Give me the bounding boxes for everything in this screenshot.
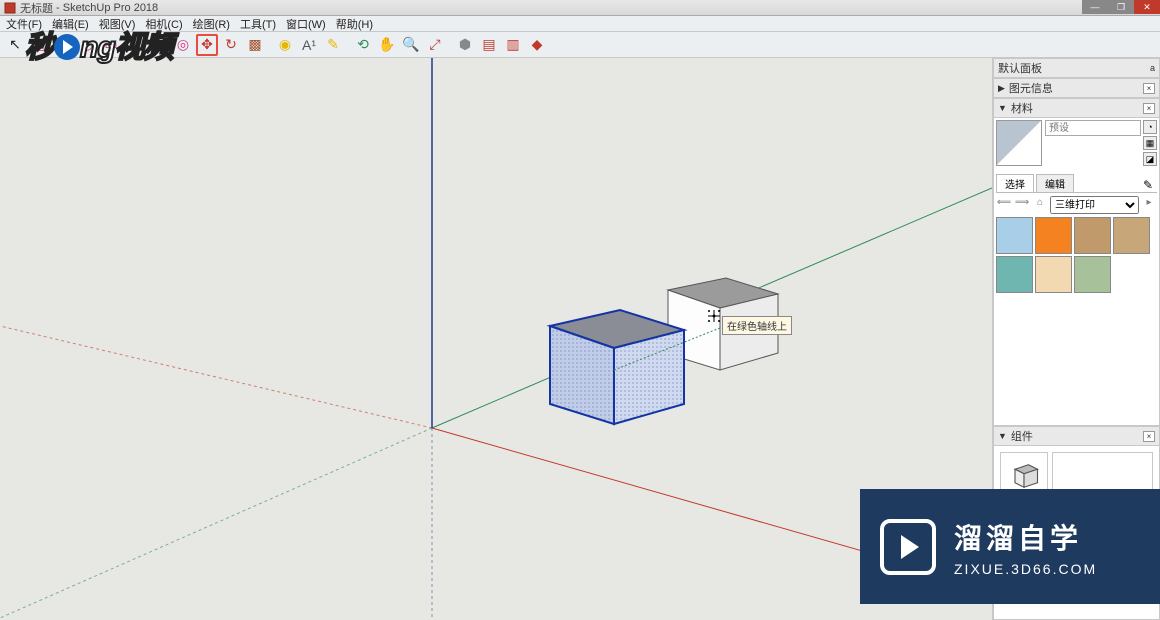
material-category-select[interactable]: 三维打印 <box>1050 196 1139 214</box>
components-title: 组件 <box>1011 428 1033 444</box>
material-sample-icon[interactable]: ◔ <box>1143 120 1157 134</box>
window-minimize-button[interactable]: — <box>1082 0 1108 14</box>
ext-tool[interactable]: ◆ <box>526 34 548 56</box>
menu-file[interactable]: 文件(F) <box>4 16 44 32</box>
material-swatch-2[interactable] <box>1074 217 1111 254</box>
move-tool[interactable]: ✥ <box>196 34 218 56</box>
materials-close-button[interactable]: × <box>1143 103 1155 114</box>
menu-view[interactable]: 视图(V) <box>97 16 138 32</box>
inference-tooltip: 在绿色轴线上 <box>722 316 792 335</box>
collapse-arrow-icon: ▶ <box>998 83 1005 94</box>
layers2-tool[interactable]: ▥ <box>502 34 524 56</box>
nav-home-icon[interactable]: ⌂ <box>1032 197 1048 213</box>
tray-pin-icon[interactable]: a <box>1150 63 1155 73</box>
nav-menu-button[interactable]: ▸ <box>1141 197 1157 213</box>
materials-panel-header[interactable]: ▼ 材料 × <box>993 98 1160 118</box>
expand-arrow-icon: ▼ <box>998 431 1007 441</box>
components-close-button[interactable]: × <box>1143 431 1155 442</box>
title-bar: 无标题 - SketchUp Pro 2018 — ❐ ✕ <box>0 0 1160 16</box>
menu-bar: 文件(F) 编辑(E) 视图(V) 相机(C) 绘图(R) 工具(T) 窗口(W… <box>0 16 1160 32</box>
entity-info-title: 图元信息 <box>1009 80 1053 96</box>
rectangle-tool[interactable]: ▭ <box>100 34 122 56</box>
material-swatch-grid <box>996 217 1157 293</box>
3dw-tool[interactable]: ⬢ <box>454 34 476 56</box>
rotate-tool[interactable]: ↻ <box>220 34 242 56</box>
edit-pencil-icon[interactable]: ✎ <box>1139 178 1157 192</box>
menu-help[interactable]: 帮助(H) <box>334 16 375 32</box>
arc-tool[interactable]: ◡ <box>76 34 98 56</box>
materials-panel-body: ◔ ▦ ◪ 选择 编辑 ✎ ⟸ ⟹ ⌂ 三维打印 ▸ <box>993 118 1160 426</box>
layers-tool[interactable]: ▤ <box>478 34 500 56</box>
material-name-input[interactable] <box>1045 120 1141 136</box>
components-panel-body: 🔍 <box>993 446 1160 620</box>
scale-tool[interactable]: ▩ <box>244 34 266 56</box>
zoom-extents-tool[interactable]: ⤢ <box>424 34 446 56</box>
component-thumbnail[interactable] <box>1000 452 1048 500</box>
pushpull-tool[interactable]: ▦ <box>148 34 170 56</box>
entity-info-close-button[interactable]: × <box>1143 83 1155 94</box>
nav-back-button[interactable]: ⟸ <box>996 197 1012 213</box>
axes-canvas <box>0 58 992 620</box>
material-swatch-3[interactable] <box>1113 217 1150 254</box>
tape-tool[interactable]: ◉ <box>274 34 296 56</box>
eraser-tool[interactable]: ◧ <box>28 34 50 56</box>
circle-tool[interactable]: ○ <box>124 34 146 56</box>
app-icon <box>4 2 16 14</box>
offset-tool[interactable]: ◎ <box>172 34 194 56</box>
material-preview[interactable] <box>996 120 1042 166</box>
material-create-icon[interactable]: ▦ <box>1143 136 1157 150</box>
material-swatch-6[interactable] <box>1074 256 1111 293</box>
tray-default: 默认面板 a ▶ 图元信息 × ▼ 材料 × ◔ ▦ ◪ 选择 编辑 ✎ <box>992 58 1160 620</box>
select-tool[interactable]: ↖ <box>4 34 26 56</box>
materials-title: 材料 <box>1011 100 1033 116</box>
tab-edit[interactable]: 编辑 <box>1036 174 1074 192</box>
entity-info-panel-header[interactable]: ▶ 图元信息 × <box>993 78 1160 98</box>
expand-arrow-icon: ▼ <box>998 103 1007 113</box>
material-swatch-1[interactable] <box>1035 217 1072 254</box>
material-swatch-4[interactable] <box>996 256 1033 293</box>
menu-window[interactable]: 窗口(W) <box>284 16 328 32</box>
orbit-tool[interactable]: ⟲ <box>352 34 374 56</box>
window-close-button[interactable]: ✕ <box>1134 0 1160 14</box>
zoom-tool[interactable]: 🔍 <box>400 34 422 56</box>
component-search-input[interactable] <box>1000 506 1160 524</box>
app-name: SketchUp Pro 2018 <box>63 2 158 14</box>
paint-tool[interactable]: ✎ <box>322 34 344 56</box>
line-tool[interactable]: ╱ <box>52 34 74 56</box>
menu-tools[interactable]: 工具(T) <box>238 16 278 32</box>
material-swatch-0[interactable] <box>996 217 1033 254</box>
title-sep: - <box>53 2 63 14</box>
menu-camera[interactable]: 相机(C) <box>143 16 184 32</box>
tray-title: 默认面板 <box>998 60 1042 76</box>
cube-selected[interactable] <box>550 310 684 424</box>
tray-title-bar[interactable]: 默认面板 a <box>993 58 1160 78</box>
material-default-icon[interactable]: ◪ <box>1143 152 1157 166</box>
components-panel-header[interactable]: ▼ 组件 × <box>993 426 1160 446</box>
tab-select[interactable]: 选择 <box>996 174 1034 192</box>
menu-draw[interactable]: 绘图(R) <box>191 16 232 32</box>
nav-fwd-button[interactable]: ⟹ <box>1014 197 1030 213</box>
menu-edit[interactable]: 编辑(E) <box>50 16 91 32</box>
main-toolbar: ↖◧╱◡▭○▦◎✥↻▩ ◉A¹✎ ⟲✋🔍⤢ ⬢▤▥◆ <box>0 32 1160 58</box>
doc-name: 无标题 <box>20 0 53 16</box>
model-viewport[interactable]: 在绿色轴线上 <box>0 58 992 620</box>
pan-tool[interactable]: ✋ <box>376 34 398 56</box>
window-maximize-button[interactable]: ❐ <box>1108 0 1134 14</box>
component-description <box>1052 452 1153 500</box>
material-swatch-5[interactable] <box>1035 256 1072 293</box>
text-tool[interactable]: A¹ <box>298 34 320 56</box>
